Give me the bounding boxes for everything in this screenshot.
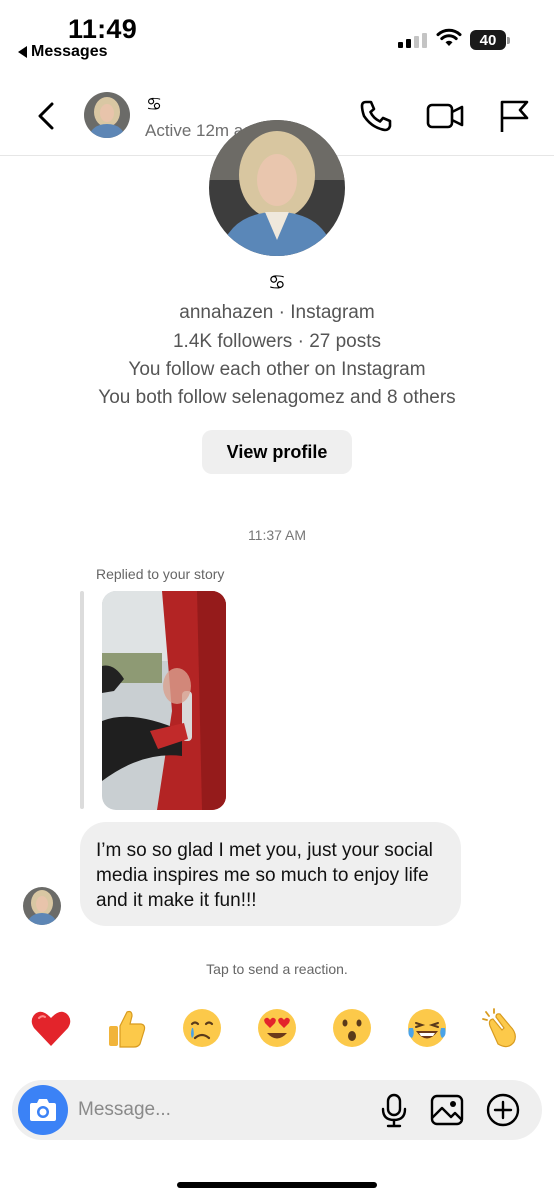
laughing-face-reaction-icon[interactable] [403, 1004, 451, 1052]
crying-face-reaction-icon[interactable] [178, 1004, 226, 1052]
message-input[interactable] [78, 1090, 368, 1130]
video-camera-icon[interactable] [425, 96, 465, 136]
battery-level: 40 [479, 31, 497, 49]
thumbs-up-reaction-icon[interactable] [103, 1004, 151, 1052]
back-chevron-icon[interactable] [30, 96, 64, 136]
message-sender-avatar[interactable] [23, 887, 61, 925]
wifi-icon [436, 28, 462, 46]
back-to-app-link[interactable]: Messages [18, 43, 108, 61]
microphone-icon[interactable] [376, 1092, 412, 1128]
cellular-signal-icon [398, 32, 427, 48]
contact-name-symbol: ♋︎ [146, 94, 163, 114]
incoming-message-bubble[interactable]: I’m so so glad I met you, just your soci… [80, 822, 461, 926]
story-thumbnail[interactable] [102, 591, 226, 810]
profile-avatar[interactable] [209, 120, 345, 256]
reply-indicator-bar [80, 591, 84, 809]
profile-mutual-line: You follow each other on Instagram [128, 359, 426, 380]
profile-symbol: ♋︎ [268, 272, 286, 294]
phone-icon[interactable] [356, 96, 396, 136]
reaction-hint: Tap to send a reaction. [206, 961, 348, 977]
reaction-bar [0, 1004, 554, 1054]
camera-button[interactable] [18, 1085, 68, 1135]
clapping-hands-reaction-icon[interactable] [478, 1004, 526, 1052]
heart-eyes-reaction-icon[interactable] [253, 1004, 301, 1052]
message-timestamp: 11:37 AM [247, 527, 307, 543]
plus-circle-icon[interactable] [485, 1092, 521, 1128]
status-bar: 11:49 Messages 40 [0, 0, 554, 72]
profile-stats-line: 1.4K followers · 27 posts [172, 331, 382, 352]
image-icon[interactable] [429, 1092, 465, 1128]
replied-to-story-label: Replied to your story [96, 566, 225, 582]
profile-common-line: You both follow selenagomez and 8 others [98, 387, 456, 408]
surprised-face-reaction-icon[interactable] [328, 1004, 376, 1052]
home-indicator [177, 1182, 377, 1188]
heart-reaction-icon[interactable] [27, 1004, 75, 1052]
header-avatar[interactable] [84, 92, 130, 138]
view-profile-button[interactable]: View profile [202, 430, 352, 474]
status-time: 11:49 [68, 14, 138, 44]
message-composer [12, 1080, 542, 1140]
camera-icon [30, 1099, 56, 1121]
message-text: I’m so so glad I met you, just your soci… [96, 840, 433, 911]
profile-username-line: annahazen · Instagram [179, 302, 375, 323]
back-triangle-icon [18, 46, 27, 58]
battery-icon: 40 [470, 30, 510, 50]
flag-icon[interactable] [494, 96, 534, 136]
back-app-label: Messages [31, 43, 108, 60]
